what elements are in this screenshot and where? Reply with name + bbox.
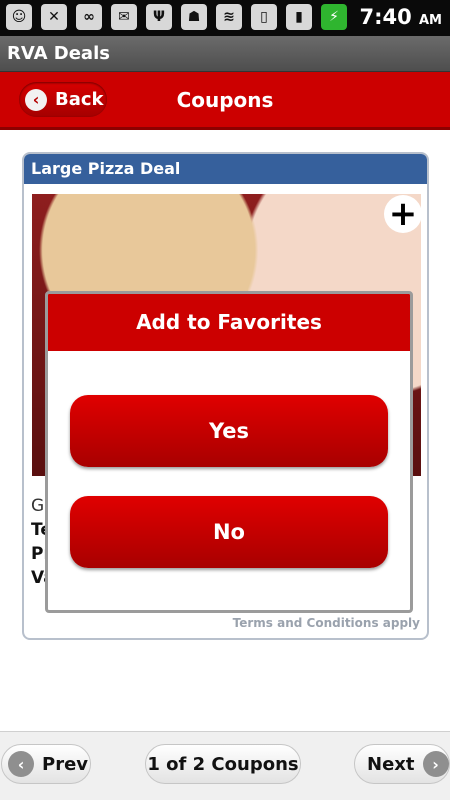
signal-icon: ▮ bbox=[286, 4, 312, 30]
terms-link[interactable]: Terms and Conditions apply bbox=[233, 616, 420, 630]
wifi-icon: ≋ bbox=[216, 4, 242, 30]
prev-button-label: Prev bbox=[42, 753, 89, 775]
coupon-title: Large Pizza Deal bbox=[24, 154, 427, 184]
vibrate-icon: ▯ bbox=[251, 4, 277, 30]
email-icon: ✉ bbox=[111, 4, 137, 30]
clock: 7:40 AM bbox=[359, 5, 442, 29]
next-button[interactable]: Next › bbox=[354, 744, 450, 784]
battery-charging-icon: ⚡ bbox=[321, 4, 347, 30]
sms-icon: ☺ bbox=[6, 4, 32, 30]
clock-ampm: AM bbox=[419, 13, 442, 28]
add-favorite-plus-icon[interactable]: + bbox=[384, 195, 422, 233]
status-icons: ☺ ✕ ∞ ✉ Ψ ☗ ≋ ▯ ▮ ⚡ bbox=[6, 4, 347, 30]
chevron-left-icon: ‹ bbox=[8, 751, 34, 777]
usb-icon: Ψ bbox=[146, 4, 172, 30]
coupon-count-indicator: 1 of 2 Coupons bbox=[145, 744, 301, 784]
status-bar: ☺ ✕ ∞ ✉ Ψ ☗ ≋ ▯ ▮ ⚡ 7:40 AM bbox=[0, 0, 450, 36]
coupon-count-label: 1 of 2 Coupons bbox=[147, 753, 299, 775]
page-title: Coupons bbox=[176, 88, 274, 112]
add-to-favorites-dialog: Add to Favorites Yes No bbox=[45, 291, 413, 613]
dialog-title: Add to Favorites bbox=[48, 294, 410, 351]
chevron-right-icon: › bbox=[422, 751, 449, 777]
missed-call-icon: ✕ bbox=[41, 4, 67, 30]
voicemail-icon: ∞ bbox=[76, 4, 102, 30]
yes-button[interactable]: Yes bbox=[70, 395, 388, 467]
app-title: RVA Deals bbox=[7, 43, 110, 64]
no-button[interactable]: No bbox=[70, 496, 388, 568]
clock-time: 7:40 bbox=[359, 5, 412, 29]
prev-button[interactable]: ‹ Prev bbox=[1, 744, 91, 784]
pager-bar: ‹ Prev 1 of 2 Coupons Next › bbox=[0, 731, 450, 800]
page-header: ‹ Back Coupons bbox=[0, 72, 450, 130]
app-title-bar: RVA Deals bbox=[0, 36, 450, 72]
next-button-label: Next bbox=[367, 753, 415, 775]
android-debug-icon: ☗ bbox=[181, 4, 207, 30]
